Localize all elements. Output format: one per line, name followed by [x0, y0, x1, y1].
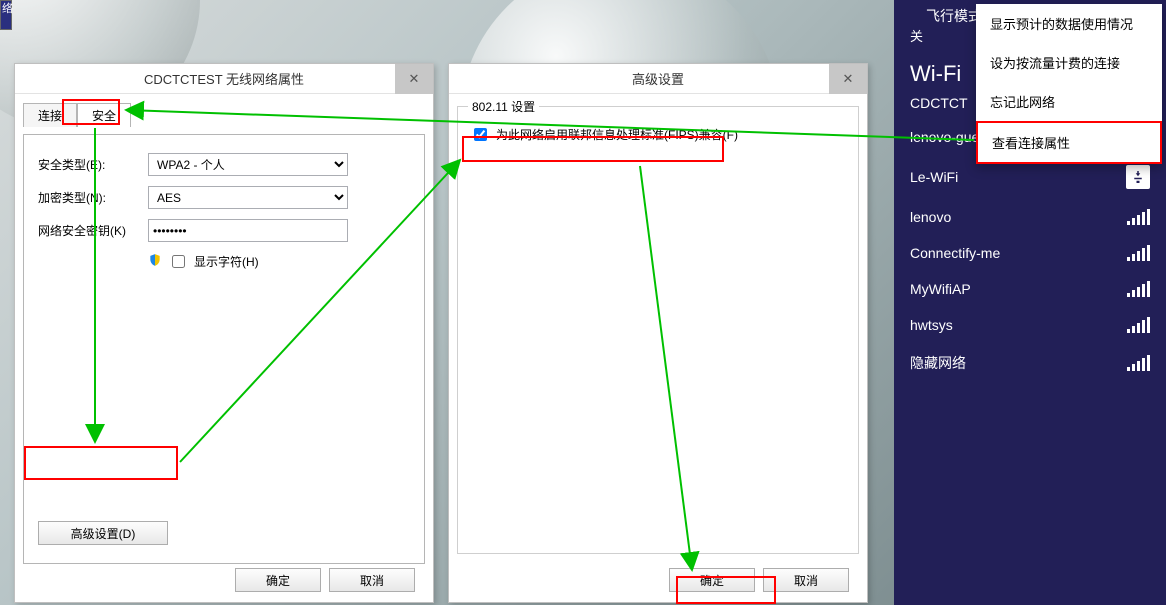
dialog-title: 高级设置: [632, 69, 684, 88]
wifi-network[interactable]: Connectify-me: [894, 235, 1166, 271]
security-type-select[interactable]: WPA2 - 个人: [148, 153, 348, 176]
signal-icon: [1127, 355, 1150, 371]
menu-item-view-properties[interactable]: 查看连接属性: [976, 121, 1162, 164]
advanced-settings-button[interactable]: 高级设置(D): [38, 521, 168, 545]
advanced-settings-dialog: 高级设置 ✕ 802.11 设置 为此网络启用联邦信息处理标准(FIPS)兼容(…: [448, 63, 868, 603]
network-key-input[interactable]: [148, 219, 348, 242]
cancel-button[interactable]: 取消: [329, 568, 415, 592]
fips-label: 为此网络启用联邦信息处理标准(FIPS)兼容(F): [496, 126, 738, 143]
fips-checkbox[interactable]: [474, 128, 487, 141]
wifi-context-menu: 显示预计的数据使用情况 设为按流量计费的连接 忘记此网络 查看连接属性: [976, 4, 1162, 164]
usb-icon: [1126, 165, 1150, 189]
wifi-ssid-label: Le-WiFi: [910, 169, 958, 185]
window-fragment: 络: [0, 0, 12, 30]
wifi-network[interactable]: 隐藏网络: [894, 343, 1166, 383]
wifi-ssid-label: hwtsys: [910, 317, 953, 333]
wifi-network[interactable]: MyWifiAP: [894, 271, 1166, 307]
encryption-type-select[interactable]: AES: [148, 186, 348, 209]
wifi-ssid-label: Connectify-me: [910, 245, 1000, 261]
uac-shield-icon: [148, 253, 162, 270]
signal-icon: [1127, 281, 1150, 297]
cancel-button[interactable]: 取消: [763, 568, 849, 592]
wifi-ssid-label: MyWifiAP: [910, 281, 971, 297]
menu-item-metered[interactable]: 设为按流量计费的连接: [976, 43, 1162, 82]
tab-security[interactable]: 安全: [77, 103, 131, 127]
wifi-network[interactable]: lenovo: [894, 199, 1166, 235]
wifi-network[interactable]: hwtsys: [894, 307, 1166, 343]
tab-connect[interactable]: 连接: [23, 103, 77, 127]
close-icon[interactable]: ✕: [395, 64, 433, 94]
wifi-properties-dialog: CDCTCTEST 无线网络属性 ✕ 连接 安全 安全类型(E): WPA2 -…: [14, 63, 434, 603]
encryption-type-label: 加密类型(N):: [38, 189, 148, 206]
wifi-panel: 飞行模式 关 Wi-Fi CDCTCT lenovo-guest Le-WiFi…: [894, 0, 1166, 605]
groupbox-legend: 802.11 设置: [468, 98, 539, 115]
airplane-mode-label: 飞行模式: [926, 10, 982, 22]
wifi-ssid-label: 隐藏网络: [910, 353, 966, 373]
signal-icon: [1127, 245, 1150, 261]
dialog-title: CDCTCTEST 无线网络属性: [144, 69, 304, 88]
close-icon[interactable]: ✕: [829, 64, 867, 94]
signal-icon: [1127, 209, 1150, 225]
signal-icon: [1127, 317, 1150, 333]
show-characters-label: 显示字符(H): [194, 253, 259, 270]
ok-button[interactable]: 确定: [235, 568, 321, 592]
menu-item-forget[interactable]: 忘记此网络: [976, 82, 1162, 121]
menu-item-data-usage[interactable]: 显示预计的数据使用情况: [976, 4, 1162, 43]
ok-button[interactable]: 确定: [669, 568, 755, 592]
wifi-ssid-label: lenovo: [910, 209, 951, 225]
network-key-label: 网络安全密钥(K): [38, 222, 148, 239]
security-type-label: 安全类型(E):: [38, 156, 148, 173]
show-characters-checkbox[interactable]: [172, 255, 185, 268]
